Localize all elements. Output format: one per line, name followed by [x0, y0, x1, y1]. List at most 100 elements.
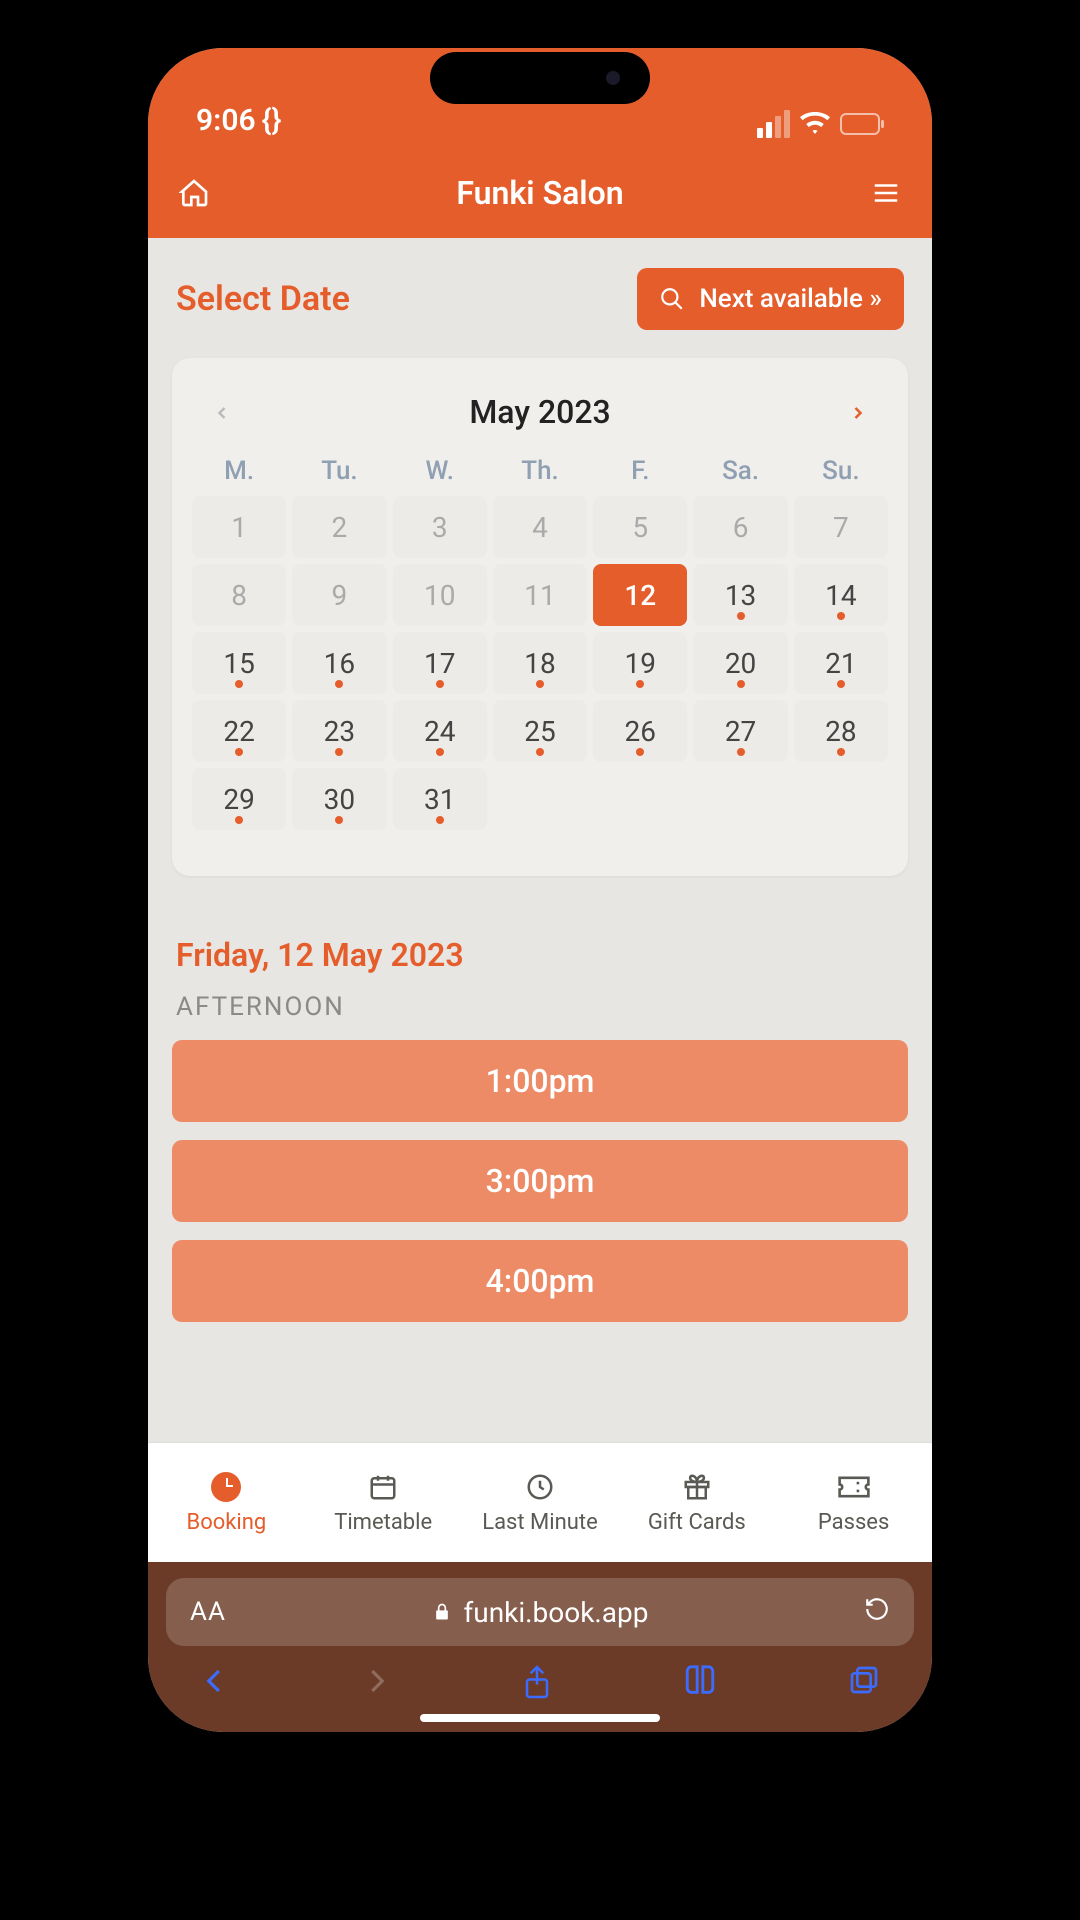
availability-dot-icon [335, 816, 343, 824]
home-icon[interactable] [176, 175, 212, 211]
chevron-left-icon [212, 403, 232, 423]
clock-text: 9:06 [196, 103, 256, 138]
tab-passes[interactable]: Passes [775, 1470, 932, 1535]
chevron-right-icon [848, 403, 868, 423]
availability-dot-icon [636, 748, 644, 756]
availability-dot-icon [737, 612, 745, 620]
calendar-day[interactable]: 27 [693, 700, 787, 762]
calendar-day[interactable]: 29 [192, 768, 286, 830]
content-area[interactable]: Select Date Next available » May 2023 [148, 238, 932, 1442]
calendar-day[interactable]: 12 [593, 564, 687, 626]
book-icon [683, 1664, 717, 1698]
availability-dot-icon [536, 680, 544, 688]
calendar-day[interactable]: 6 [693, 496, 787, 558]
weekday-label: W. [393, 456, 487, 486]
cellular-signal-icon [757, 110, 790, 138]
calendar-day[interactable]: 5 [593, 496, 687, 558]
gift-icon [680, 1470, 714, 1504]
share-icon [522, 1664, 552, 1700]
calendar-day[interactable]: 14 [794, 564, 888, 626]
calendar-empty-cell [693, 768, 787, 830]
calendar-day[interactable]: 8 [192, 564, 286, 626]
select-date-row: Select Date Next available » [148, 238, 932, 350]
time-slot-button[interactable]: 1:00pm [172, 1040, 908, 1122]
calendar-day[interactable]: 30 [292, 768, 386, 830]
calendar-day[interactable]: 10 [393, 564, 487, 626]
text-size-button[interactable]: AA [190, 1597, 226, 1627]
hamburger-menu-icon[interactable] [868, 175, 904, 211]
clock-icon [209, 1470, 243, 1504]
calendar-header: May 2023 [192, 382, 888, 456]
availability-dot-icon [636, 680, 644, 688]
tab-timetable[interactable]: Timetable [305, 1470, 462, 1535]
calendar-week-row: 22232425262728 [192, 700, 888, 762]
calendar-day[interactable]: 20 [693, 632, 787, 694]
afternoon-section-label: AFTERNOON [148, 992, 932, 1040]
calendar-day[interactable]: 11 [493, 564, 587, 626]
calendar-day[interactable]: 9 [292, 564, 386, 626]
calendar-day[interactable]: 13 [693, 564, 787, 626]
calendar-day[interactable]: 7 [794, 496, 888, 558]
bookmarks-button[interactable] [683, 1664, 717, 1704]
calendar-day[interactable]: 16 [292, 632, 386, 694]
calendar-week-row: 891011121314 [192, 564, 888, 626]
time-slot-button[interactable]: 4:00pm [172, 1240, 908, 1322]
phone-frame: 9:06 {} Funki Salon [130, 30, 950, 1750]
search-icon [659, 286, 685, 312]
tabs-icon [848, 1664, 880, 1696]
calendar-week-row: 15161718192021 [192, 632, 888, 694]
calendar-day[interactable]: 24 [393, 700, 487, 762]
calendar-month-label: May 2023 [469, 393, 610, 431]
bottom-tab-bar: Booking Timetable Last Minute Gift Cards [148, 1442, 932, 1562]
calendar-day[interactable]: 23 [292, 700, 386, 762]
calendar-day[interactable]: 31 [393, 768, 487, 830]
tab-last-minute[interactable]: Last Minute [462, 1470, 619, 1535]
calendar-day[interactable]: 21 [794, 632, 888, 694]
calendar-day[interactable]: 3 [393, 496, 487, 558]
tab-booking[interactable]: Booking [148, 1470, 305, 1535]
home-indicator[interactable] [420, 1714, 660, 1722]
availability-dot-icon [235, 816, 243, 824]
prev-month-button[interactable] [202, 388, 242, 436]
calendar-day[interactable]: 28 [794, 700, 888, 762]
share-button[interactable] [522, 1664, 552, 1704]
tab-gift-cards[interactable]: Gift Cards [618, 1470, 775, 1535]
reload-button[interactable] [864, 1596, 890, 1629]
availability-dot-icon [737, 680, 745, 688]
back-button[interactable] [200, 1664, 230, 1704]
time-slot-button[interactable]: 3:00pm [172, 1140, 908, 1222]
wifi-icon [800, 112, 830, 136]
forward-button[interactable] [361, 1664, 391, 1704]
tab-label: Gift Cards [648, 1510, 746, 1535]
calendar-empty-cell [794, 768, 888, 830]
chevron-right-icon [361, 1664, 391, 1698]
tab-label: Last Minute [482, 1510, 598, 1535]
calendar-day[interactable]: 18 [493, 632, 587, 694]
availability-dot-icon [335, 748, 343, 756]
selected-date-heading: Friday, 12 May 2023 [148, 876, 932, 992]
calendar-grid: 1234567891011121314151617181920212223242… [192, 496, 888, 830]
weekday-row: M. Tu. W. Th. F. Sa. Su. [192, 456, 888, 496]
calendar-day[interactable]: 1 [192, 496, 286, 558]
next-available-button[interactable]: Next available » [637, 268, 904, 330]
tabs-button[interactable] [848, 1664, 880, 1704]
calendar-day[interactable]: 15 [192, 632, 286, 694]
calendar-empty-cell [493, 768, 587, 830]
next-available-label: Next available » [699, 284, 882, 314]
calendar-day[interactable]: 26 [593, 700, 687, 762]
status-indicators [757, 110, 884, 138]
calendar-day[interactable]: 25 [493, 700, 587, 762]
clock-outline-icon [523, 1470, 557, 1504]
calendar-day[interactable]: 22 [192, 700, 286, 762]
status-time: 9:06 {} [196, 103, 282, 138]
availability-dot-icon [436, 680, 444, 688]
calendar-day[interactable]: 17 [393, 632, 487, 694]
weekday-label: Th. [493, 456, 587, 486]
next-month-button[interactable] [838, 388, 878, 436]
page-title: Funki Salon [456, 174, 623, 212]
tab-label: Timetable [334, 1510, 432, 1535]
calendar-day[interactable]: 19 [593, 632, 687, 694]
calendar-day[interactable]: 4 [493, 496, 587, 558]
calendar-day[interactable]: 2 [292, 496, 386, 558]
url-bar[interactable]: AA funki.book.app [166, 1578, 914, 1646]
